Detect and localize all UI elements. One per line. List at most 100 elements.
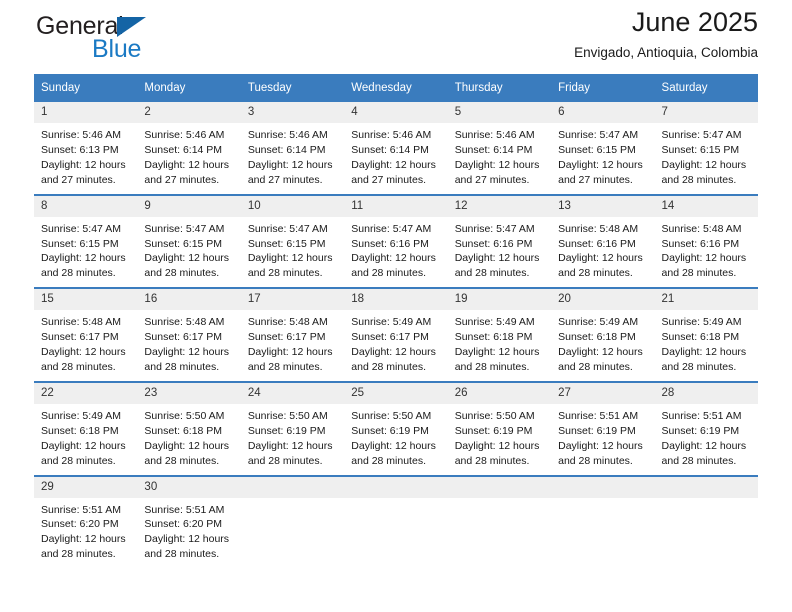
calendar-day-cell-empty xyxy=(447,474,552,569)
sunrise-text: Sunrise: 5:49 AM xyxy=(351,316,432,329)
sunset-text: Sunset: 6:18 PM xyxy=(454,331,533,344)
calendar-day-cell[interactable]: 10 Sunrise: 5:47 AM Sunset: 6:15 PM Dayligh… xyxy=(240,193,345,289)
calendar-day-cell[interactable]: 21 Sunrise: 5:49 AM Sunset: 6:18 PM Dayligh… xyxy=(654,287,758,382)
day-sun-info: Sunrise: 5:48 AM Sunset: 6:17 PM Daylight:… xyxy=(137,310,240,381)
calendar-day-cell[interactable]: 16 Sunrise: 5:48 AM Sunset: 6:17 PM Dayligh… xyxy=(137,287,241,382)
day-number: 19 xyxy=(447,289,552,311)
daylight-text-line2: and 28 minutes. xyxy=(351,267,426,280)
calendar-day-cell[interactable]: 12 Sunrise: 5:47 AM Sunset: 6:16 PM Dayligh… xyxy=(447,193,552,289)
calendar-day-cell[interactable]: 6 Sunrise: 5:47 AM Sunset: 6:15 PM Daylight… xyxy=(551,102,655,195)
title-block: June 2025 Envigado, Antioquia, Colombia xyxy=(574,6,758,62)
daylight-text-line1: Daylight: 12 hours xyxy=(144,346,230,359)
sunset-text: Sunset: 6:15 PM xyxy=(247,237,326,250)
day-sun-info: Sunrise: 5:48 AM Sunset: 6:16 PM Daylight:… xyxy=(551,217,654,288)
day-number: 4 xyxy=(344,102,448,123)
day-sun-info: Sunrise: 5:49 AM Sunset: 6:18 PM Daylight:… xyxy=(551,310,654,381)
calendar-day-cell[interactable]: 20 Sunrise: 5:49 AM Sunset: 6:18 PM Dayligh… xyxy=(551,287,655,382)
calendar-day-cell[interactable]: 29 Sunrise: 5:51 AM Sunset: 6:20 PM Dayligh… xyxy=(34,474,138,569)
day-sun-info: Sunrise: 5:51 AM Sunset: 6:19 PM Daylight:… xyxy=(551,404,654,475)
daylight-text-line1: Daylight: 12 hours xyxy=(41,252,126,265)
sunrise-text: Sunrise: 5:51 AM xyxy=(41,503,121,516)
daylight-text-line2: and 27 minutes. xyxy=(247,173,323,186)
calendar-day-cell[interactable]: 28 Sunrise: 5:51 AM Sunset: 6:19 PM Dayligh… xyxy=(654,380,758,476)
day-number: 9 xyxy=(137,195,241,217)
day-sun-info: Sunrise: 5:47 AM Sunset: 6:16 PM Daylight:… xyxy=(448,217,551,288)
sunset-text: Sunset: 6:16 PM xyxy=(558,237,636,250)
day-number: 3 xyxy=(240,102,345,123)
daylight-text-line1: Daylight: 12 hours xyxy=(454,158,540,171)
sunrise-text: Sunrise: 5:46 AM xyxy=(247,129,328,141)
calendar-day-cell[interactable]: 15 Sunrise: 5:48 AM Sunset: 6:17 PM Dayligh… xyxy=(34,287,138,382)
calendar-page: General Blue June 2025 Envigado, Antioqu… xyxy=(0,0,792,612)
calendar-body: 1 Sunrise: 5:46 AM Sunset: 6:13 PM Daylight… xyxy=(34,102,758,569)
calendar-day-cell[interactable]: 14 Sunrise: 5:48 AM Sunset: 6:16 PM Dayligh… xyxy=(654,193,758,289)
day-sun-info: Sunrise: 5:46 AM Sunset: 6:14 PM Daylight:… xyxy=(137,123,240,194)
daylight-text-line1: Daylight: 12 hours xyxy=(41,533,126,546)
sunrise-text: Sunrise: 5:50 AM xyxy=(351,409,432,422)
sunrise-text: Sunrise: 5:50 AM xyxy=(247,409,328,422)
calendar-day-cell[interactable]: 17 Sunrise: 5:48 AM Sunset: 6:17 PM Dayligh… xyxy=(240,287,345,382)
calendar-day-cell[interactable]: 23 Sunrise: 5:50 AM Sunset: 6:18 PM Dayligh… xyxy=(137,380,241,476)
daylight-text-line2: and 28 minutes. xyxy=(41,360,116,373)
calendar-day-cell[interactable]: 1 Sunrise: 5:46 AM Sunset: 6:13 PM Daylight… xyxy=(34,102,138,195)
calendar-day-cell[interactable]: 27 Sunrise: 5:51 AM Sunset: 6:19 PM Dayligh… xyxy=(551,380,655,476)
day-sun-info: Sunrise: 5:46 AM Sunset: 6:14 PM Daylight:… xyxy=(241,123,344,194)
calendar-day-cell[interactable]: 4 Sunrise: 5:46 AM Sunset: 6:14 PM Daylight… xyxy=(344,102,448,195)
sunrise-text: Sunrise: 5:48 AM xyxy=(247,316,328,329)
calendar-day-cell[interactable]: 13 Sunrise: 5:48 AM Sunset: 6:16 PM Dayligh… xyxy=(551,193,655,289)
daylight-text-line2: and 28 minutes. xyxy=(144,267,220,280)
sunset-text: Sunset: 6:20 PM xyxy=(144,518,223,531)
sunrise-text: Sunrise: 5:47 AM xyxy=(454,222,535,235)
daylight-text-line1: Daylight: 12 hours xyxy=(351,439,436,452)
daylight-text-line2: and 28 minutes. xyxy=(247,454,323,467)
sunset-text: Sunset: 6:14 PM xyxy=(247,143,326,156)
calendar-day-cell[interactable]: 3 Sunrise: 5:46 AM Sunset: 6:14 PM Daylight… xyxy=(240,102,345,195)
calendar-day-cell[interactable]: 8 Sunrise: 5:47 AM Sunset: 6:15 PM Daylight… xyxy=(34,193,138,289)
calendar-day-cell-empty xyxy=(240,474,345,569)
calendar-day-cell[interactable]: 22 Sunrise: 5:49 AM Sunset: 6:18 PM Dayligh… xyxy=(34,380,138,476)
calendar-day-cell[interactable]: 7 Sunrise: 5:47 AM Sunset: 6:15 PM Daylight… xyxy=(654,102,758,195)
daylight-text-line2: and 28 minutes. xyxy=(661,173,737,186)
daylight-text-line2: and 28 minutes. xyxy=(661,454,737,467)
day-number: 29 xyxy=(34,476,138,498)
day-sun-info: Sunrise: 5:46 AM Sunset: 6:14 PM Daylight:… xyxy=(344,123,447,194)
calendar-day-cell[interactable]: 19 Sunrise: 5:49 AM Sunset: 6:18 PM Dayligh… xyxy=(447,287,552,382)
sunset-text: Sunset: 6:14 PM xyxy=(144,143,223,156)
day-sun-info: Sunrise: 5:49 AM Sunset: 6:18 PM Daylight:… xyxy=(34,404,137,475)
day-number: 1 xyxy=(34,102,138,123)
sunset-text: Sunset: 6:19 PM xyxy=(351,424,429,437)
calendar-day-cell[interactable]: 24 Sunrise: 5:50 AM Sunset: 6:19 PM Dayligh… xyxy=(240,380,345,476)
daylight-text-line1: Daylight: 12 hours xyxy=(144,158,230,171)
brand-logo[interactable]: General Blue xyxy=(36,14,236,70)
daylight-text-line2: and 28 minutes. xyxy=(454,454,530,467)
daylight-text-line2: and 28 minutes. xyxy=(144,548,220,561)
day-number: 17 xyxy=(240,289,345,311)
calendar-day-cell[interactable]: 25 Sunrise: 5:50 AM Sunset: 6:19 PM Dayligh… xyxy=(344,380,448,476)
calendar-day-cell[interactable]: 11 Sunrise: 5:47 AM Sunset: 6:16 PM Dayligh… xyxy=(344,193,448,289)
sunset-text: Sunset: 6:15 PM xyxy=(661,143,740,156)
daylight-text-line2: and 27 minutes. xyxy=(454,173,530,186)
sunset-text: Sunset: 6:16 PM xyxy=(351,237,429,250)
calendar-day-cell[interactable]: 30 Sunrise: 5:51 AM Sunset: 6:20 PM Dayligh… xyxy=(137,474,241,569)
day-number: 16 xyxy=(137,289,241,311)
calendar-day-cell-empty xyxy=(654,474,758,569)
calendar-day-cell[interactable]: 26 Sunrise: 5:50 AM Sunset: 6:19 PM Dayligh… xyxy=(447,380,552,476)
weekday-header-saturday: Saturday xyxy=(654,74,758,102)
sunrise-text: Sunrise: 5:51 AM xyxy=(144,503,225,516)
day-sun-info: Sunrise: 5:47 AM Sunset: 6:15 PM Daylight:… xyxy=(655,123,758,194)
daylight-text-line1: Daylight: 12 hours xyxy=(558,252,643,265)
daylight-text-line1: Daylight: 12 hours xyxy=(558,158,643,171)
calendar-day-cell[interactable]: 18 Sunrise: 5:49 AM Sunset: 6:17 PM Dayligh… xyxy=(344,287,448,382)
sunrise-text: Sunrise: 5:49 AM xyxy=(558,316,639,329)
calendar-day-cell[interactable]: 5 Sunrise: 5:46 AM Sunset: 6:14 PM Daylight… xyxy=(447,102,552,195)
calendar-day-cell[interactable]: 2 Sunrise: 5:46 AM Sunset: 6:14 PM Daylight… xyxy=(137,102,241,195)
sunrise-text: Sunrise: 5:47 AM xyxy=(351,222,432,235)
sunset-text: Sunset: 6:17 PM xyxy=(144,331,223,344)
sunrise-text: Sunrise: 5:46 AM xyxy=(454,129,535,141)
weekday-header-tuesday: Tuesday xyxy=(240,74,345,102)
day-sun-info: Sunrise: 5:50 AM Sunset: 6:19 PM Daylight:… xyxy=(241,404,344,475)
sunset-text: Sunset: 6:17 PM xyxy=(247,331,326,344)
sunrise-text: Sunrise: 5:47 AM xyxy=(41,222,121,235)
daylight-text-line1: Daylight: 12 hours xyxy=(558,439,643,452)
calendar-day-cell[interactable]: 9 Sunrise: 5:47 AM Sunset: 6:15 PM Daylight… xyxy=(137,193,241,289)
